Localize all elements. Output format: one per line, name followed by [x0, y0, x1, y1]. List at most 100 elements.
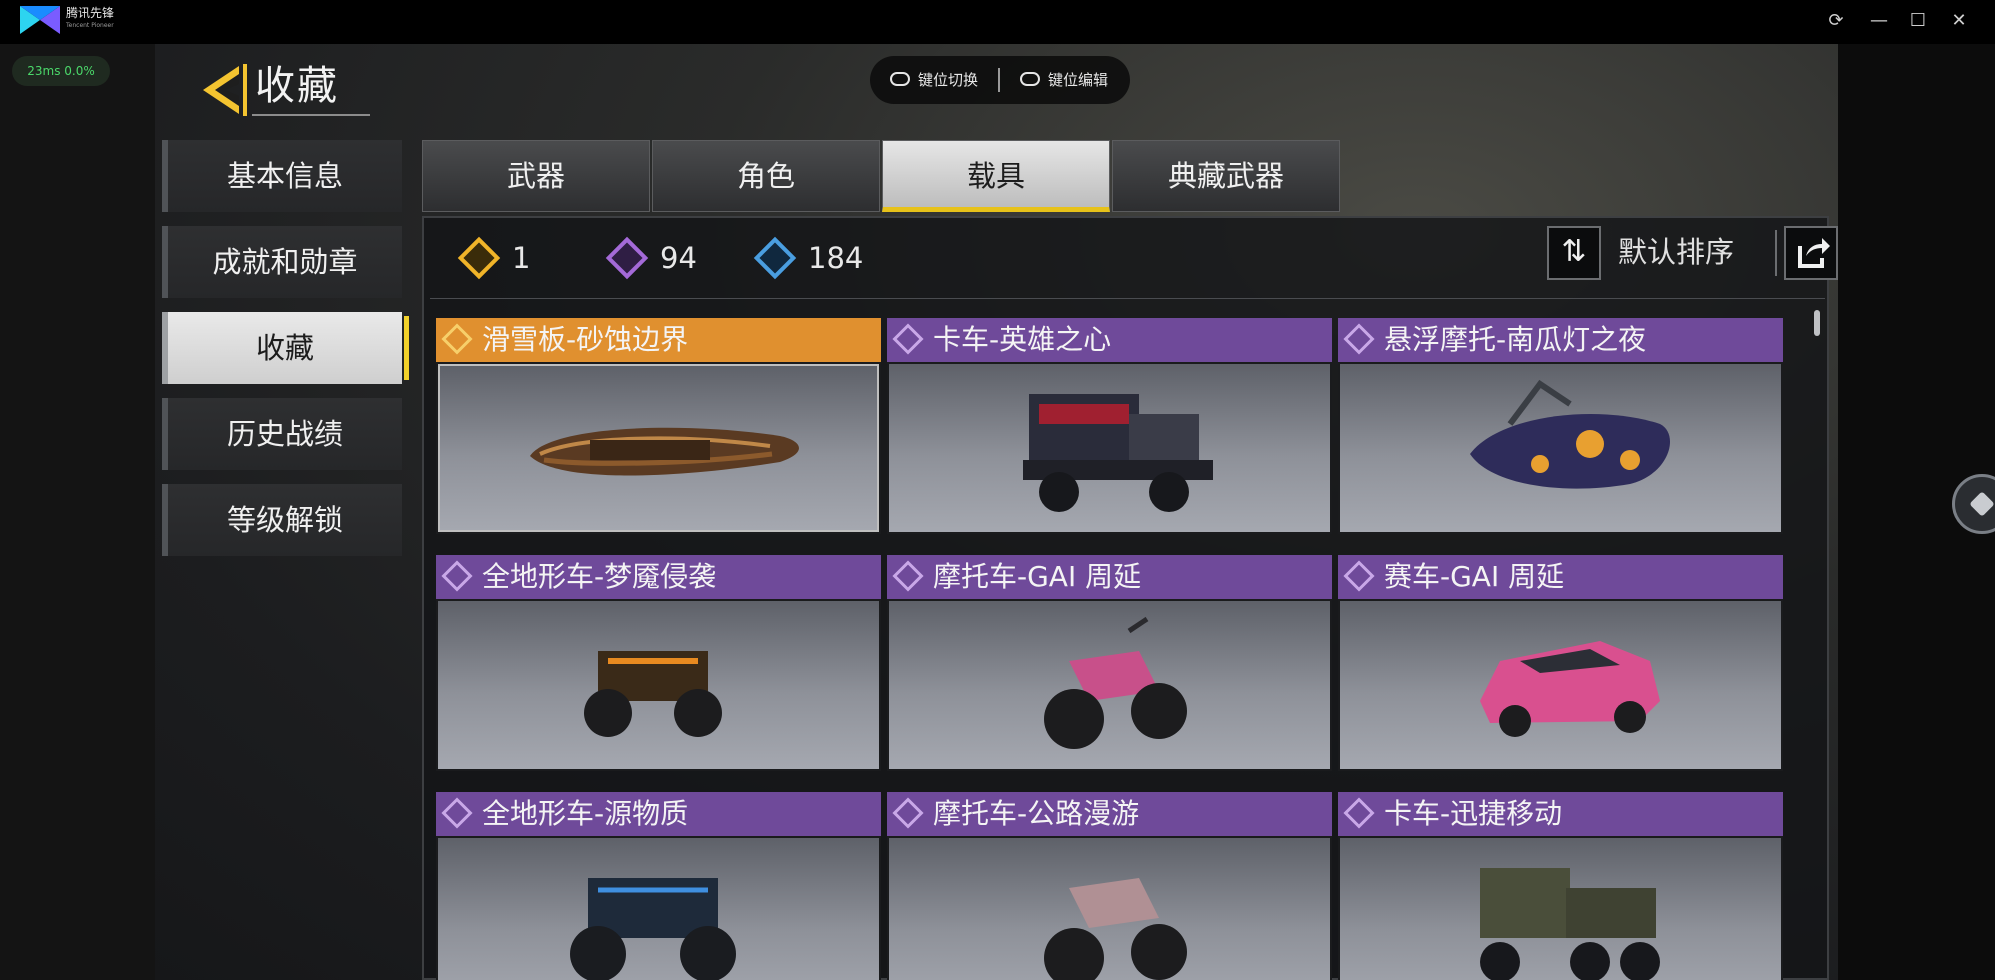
card-title-bar: 全地形车-梦魇侵袭 [436, 555, 881, 599]
key-switch-button[interactable]: 键位切换 [890, 56, 978, 104]
card-title-bar: 卡车-迅捷移动 [1338, 792, 1783, 836]
epic-diamond-icon [1343, 797, 1375, 829]
divider [1775, 230, 1777, 276]
count-value: 1 [512, 241, 531, 275]
ping-indicator: 23ms 0.0% [12, 56, 110, 86]
card-title: 卡车-迅捷移动 [1384, 797, 1563, 830]
atv-image [584, 651, 722, 737]
card-title: 赛车-GAI 周延 [1384, 560, 1565, 593]
vehicle-card[interactable]: 全地形车-源物质 [436, 792, 881, 980]
count-value: 94 [660, 241, 697, 275]
key-mapping-bar: 键位切换 键位编辑 [870, 56, 1130, 104]
card-title: 卡车-英雄之心 [933, 323, 1112, 356]
share-icon [1798, 238, 1830, 268]
card-preview [1340, 601, 1781, 769]
vehicle-card[interactable]: 全地形车-梦魇侵袭 [436, 555, 881, 771]
collection-panel: 1 94 184 ⇅ 默认排序 滑雪板-砂蚀边界 卡车-英雄之心 悬浮摩托-南瓜… [422, 216, 1838, 980]
vehicle-card[interactable]: 悬浮摩托-南瓜灯之夜 [1338, 318, 1783, 534]
app-subtitle: Tencent Pioneer [66, 22, 114, 29]
maximize-icon[interactable]: ☐ [1903, 6, 1933, 36]
tab-characters[interactable]: 角色 [652, 140, 880, 212]
rare-diamond-icon [753, 236, 797, 280]
scrollbar-thumb[interactable] [1814, 310, 1820, 336]
tab-collector-weapons[interactable]: 典藏武器 [1112, 140, 1340, 212]
sidebar-item-label: 等级解锁 [226, 503, 343, 537]
sidebar-item-level-unlock[interactable]: 等级解锁 [162, 484, 402, 556]
epic-diamond-icon [441, 560, 473, 592]
vehicle-card[interactable]: 摩托车-公路漫游 [887, 792, 1332, 980]
tab-label: 角色 [736, 159, 795, 193]
card-preview [438, 601, 879, 769]
sort-toggle-button[interactable]: ⇅ [1547, 226, 1601, 280]
card-title-bar: 滑雪板-砂蚀边界 [436, 318, 881, 362]
card-title-bar: 卡车-英雄之心 [887, 318, 1332, 362]
gamepad-icon [890, 71, 910, 86]
vehicle-card[interactable]: 卡车-迅捷移动 [1338, 792, 1783, 980]
tab-weapons[interactable]: 武器 [422, 140, 650, 212]
key-edit-label: 键位编辑 [1048, 71, 1109, 89]
back-arrow-icon[interactable] [195, 58, 255, 122]
vehicle-card[interactable]: 摩托车-GAI 周延 [887, 555, 1332, 771]
vehicle-card[interactable]: 卡车-英雄之心 [887, 318, 1332, 534]
sidebar-item-label: 历史战绩 [226, 417, 343, 451]
tab-label: 武器 [506, 159, 565, 193]
card-title: 摩托车-GAI 周延 [933, 560, 1142, 593]
motorcycle-image [1044, 878, 1187, 980]
epic-diamond-icon [605, 236, 649, 280]
sidebar-item-basic-info[interactable]: 基本信息 [162, 140, 402, 212]
atv-image [570, 878, 736, 980]
card-title: 悬浮摩托-南瓜灯之夜 [1384, 323, 1647, 356]
title-underline [252, 114, 370, 116]
sidebar-item-collection[interactable]: 收藏 [162, 312, 409, 384]
sidebar-item-label: 基本信息 [226, 159, 343, 193]
key-edit-button[interactable]: 键位编辑 [1020, 56, 1108, 104]
hoverbike-image [1470, 379, 1670, 489]
epic-diamond-icon [1343, 560, 1375, 592]
app-logo-icon [20, 6, 60, 34]
minimize-icon[interactable]: — [1864, 6, 1894, 36]
card-preview [1340, 838, 1781, 980]
close-icon[interactable]: ✕ [1944, 6, 1974, 36]
emulator-left-panel [0, 44, 155, 980]
card-title-bar: 悬浮摩托-南瓜灯之夜 [1338, 318, 1783, 362]
truck-image [1023, 394, 1213, 512]
refresh-icon[interactable]: ⟳ [1821, 6, 1851, 36]
title-bar: 腾讯先锋 Tencent Pioneer ⟳ — ☐ ✕ [0, 0, 1995, 44]
card-title: 滑雪板-砂蚀边界 [482, 323, 689, 356]
game-screen: 收藏 键位切换 键位编辑 基本信息 成就和勋章 收藏 历史战绩 等级解锁 武器 … [155, 44, 1838, 980]
race-car-image [1480, 641, 1660, 737]
tab-vehicles[interactable]: 载具 [882, 140, 1110, 212]
count-value: 184 [808, 241, 864, 275]
legendary-diamond-icon [457, 236, 501, 280]
sidebar-item-achievements[interactable]: 成就和勋章 [162, 226, 402, 298]
card-title-bar: 全地形车-源物质 [436, 792, 881, 836]
epic-diamond-icon [892, 560, 924, 592]
tab-label: 典藏武器 [1167, 159, 1284, 193]
vehicle-card[interactable]: 赛车-GAI 周延 [1338, 555, 1783, 771]
page-title: 收藏 [255, 63, 339, 109]
card-title-bar: 赛车-GAI 周延 [1338, 555, 1783, 599]
motorcycle-image [1044, 616, 1187, 749]
share-button[interactable] [1784, 226, 1838, 280]
sidebar-item-history[interactable]: 历史战绩 [162, 398, 402, 470]
card-preview [438, 364, 879, 532]
active-indicator [404, 316, 409, 380]
vehicle-card[interactable]: 滑雪板-砂蚀边界 [436, 318, 881, 534]
truck-image [1480, 868, 1660, 980]
snowboard-image [530, 427, 799, 476]
card-title: 全地形车-源物质 [482, 797, 689, 830]
sort-arrows-icon: ⇅ [1561, 234, 1587, 269]
sidebar-item-label: 成就和勋章 [212, 245, 358, 279]
card-preview [438, 838, 879, 980]
card-preview [889, 364, 1330, 532]
card-title-bar: 摩托车-GAI 周延 [887, 555, 1332, 599]
card-title: 全地形车-梦魇侵袭 [482, 560, 717, 593]
epic-diamond-icon [1343, 323, 1375, 355]
key-switch-label: 键位切换 [918, 71, 979, 89]
sort-label[interactable]: 默认排序 [1618, 232, 1734, 272]
hexagon-icon [1969, 491, 1995, 517]
card-title: 摩托车-公路漫游 [933, 797, 1140, 830]
epic-diamond-icon [892, 797, 924, 829]
tab-label: 载具 [966, 159, 1025, 193]
divider [430, 298, 1825, 299]
